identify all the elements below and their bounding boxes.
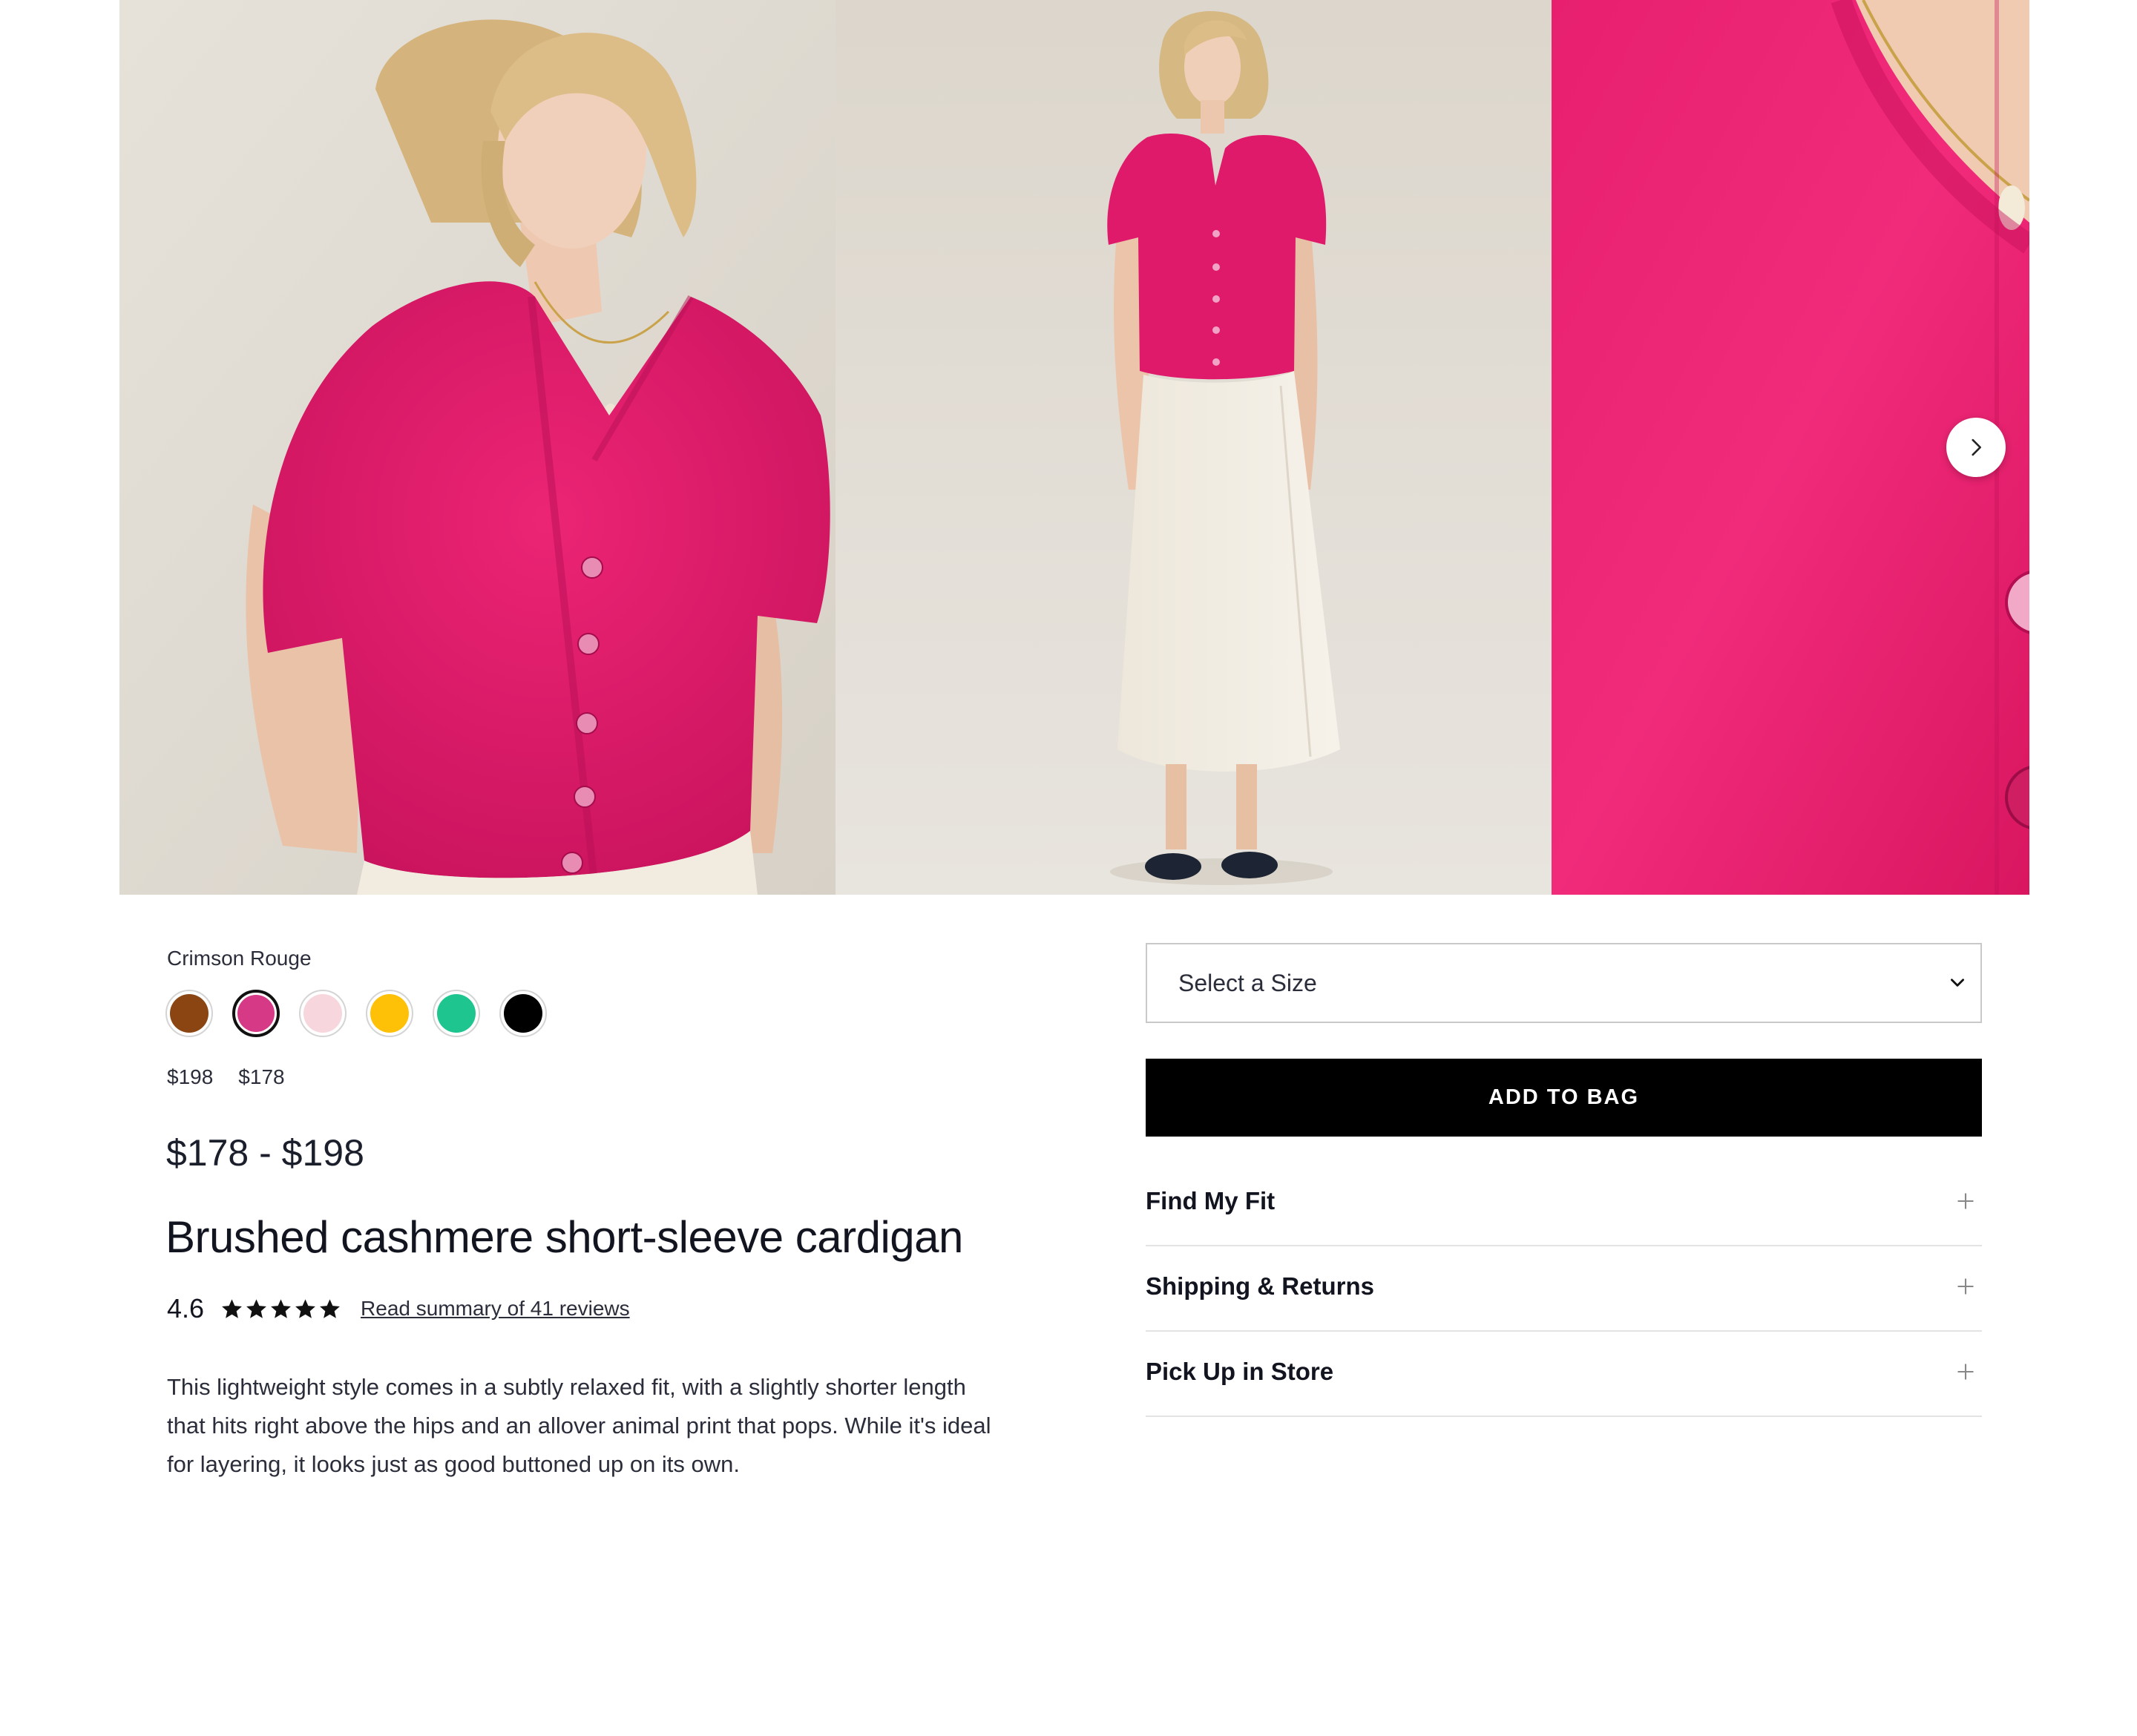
product-image-closeup[interactable] xyxy=(119,0,836,895)
rating-summary: 4.6 Read summary of 41 reviews xyxy=(167,1292,630,1325)
swatch-color-dot xyxy=(504,994,542,1033)
star-icon xyxy=(320,1298,340,1318)
swatch-color-dot xyxy=(303,994,342,1033)
accordion-label: Shipping & Returns xyxy=(1146,1272,1374,1300)
accordion-find-my-fit[interactable]: Find My Fit xyxy=(1146,1161,1982,1246)
color-swatch-list xyxy=(165,990,547,1037)
star-rating xyxy=(220,1298,341,1321)
info-accordion: Find My Fit Shipping & Returns Pick Up i… xyxy=(1146,1161,1982,1417)
product-description: This lightweight style comes in a subtly… xyxy=(167,1374,991,1477)
color-swatch-black[interactable] xyxy=(499,990,547,1037)
model-closeup-illustration xyxy=(119,0,836,895)
color-swatch-crimson-rouge[interactable] xyxy=(232,990,280,1037)
plus-icon xyxy=(1957,1278,1974,1294)
product-title: Brushed cashmere short-sleeve cardigan xyxy=(165,1212,963,1262)
size-select-label: Select a Size xyxy=(1178,969,1317,996)
gallery-next-button[interactable] xyxy=(1946,418,2006,477)
swatch-price-list: $198 $178 xyxy=(167,1062,285,1092)
plus-icon xyxy=(1957,1193,1974,1209)
swatch-color-dot xyxy=(237,995,275,1032)
product-image-gallery xyxy=(119,0,2029,895)
star-icon xyxy=(271,1298,291,1318)
accordion-label: Find My Fit xyxy=(1146,1186,1276,1214)
swatch-color-dot xyxy=(370,994,409,1033)
color-swatch-brown[interactable] xyxy=(165,990,213,1037)
rating-value: 4.6 xyxy=(167,1293,205,1324)
color-swatch-light-pink[interactable] xyxy=(299,990,347,1037)
chevron-right-icon xyxy=(1972,438,1981,456)
accordion-shipping-returns[interactable]: Shipping & Returns xyxy=(1146,1246,1982,1332)
star-icon xyxy=(246,1298,266,1318)
add-to-bag-button[interactable]: ADD TO BAG xyxy=(1146,1059,1982,1137)
selected-color-name: Crimson Rouge xyxy=(167,947,312,970)
model-full-length-illustration xyxy=(836,0,1552,895)
star-icon xyxy=(295,1298,315,1318)
swatch-price-sale: $178 xyxy=(238,1065,285,1088)
accordion-label: Pick Up in Store xyxy=(1146,1357,1334,1385)
read-reviews-link[interactable]: Read summary of 41 reviews xyxy=(361,1297,630,1321)
swatch-color-dot xyxy=(170,994,209,1033)
price-range: $178 - $198 xyxy=(166,1132,364,1174)
size-select-dropdown[interactable]: Select a Size xyxy=(1146,943,1982,1023)
plus-icon xyxy=(1957,1364,1974,1379)
chevron-down-icon xyxy=(1951,979,1964,987)
accordion-pick-up-in-store[interactable]: Pick Up in Store xyxy=(1146,1332,1982,1417)
product-image-full-length[interactable] xyxy=(836,0,1552,895)
color-swatch-green[interactable] xyxy=(433,990,480,1037)
star-icon xyxy=(222,1298,242,1318)
color-swatch-yellow[interactable] xyxy=(366,990,413,1037)
swatch-color-dot xyxy=(437,994,476,1033)
swatch-price-original: $198 xyxy=(167,1065,214,1088)
